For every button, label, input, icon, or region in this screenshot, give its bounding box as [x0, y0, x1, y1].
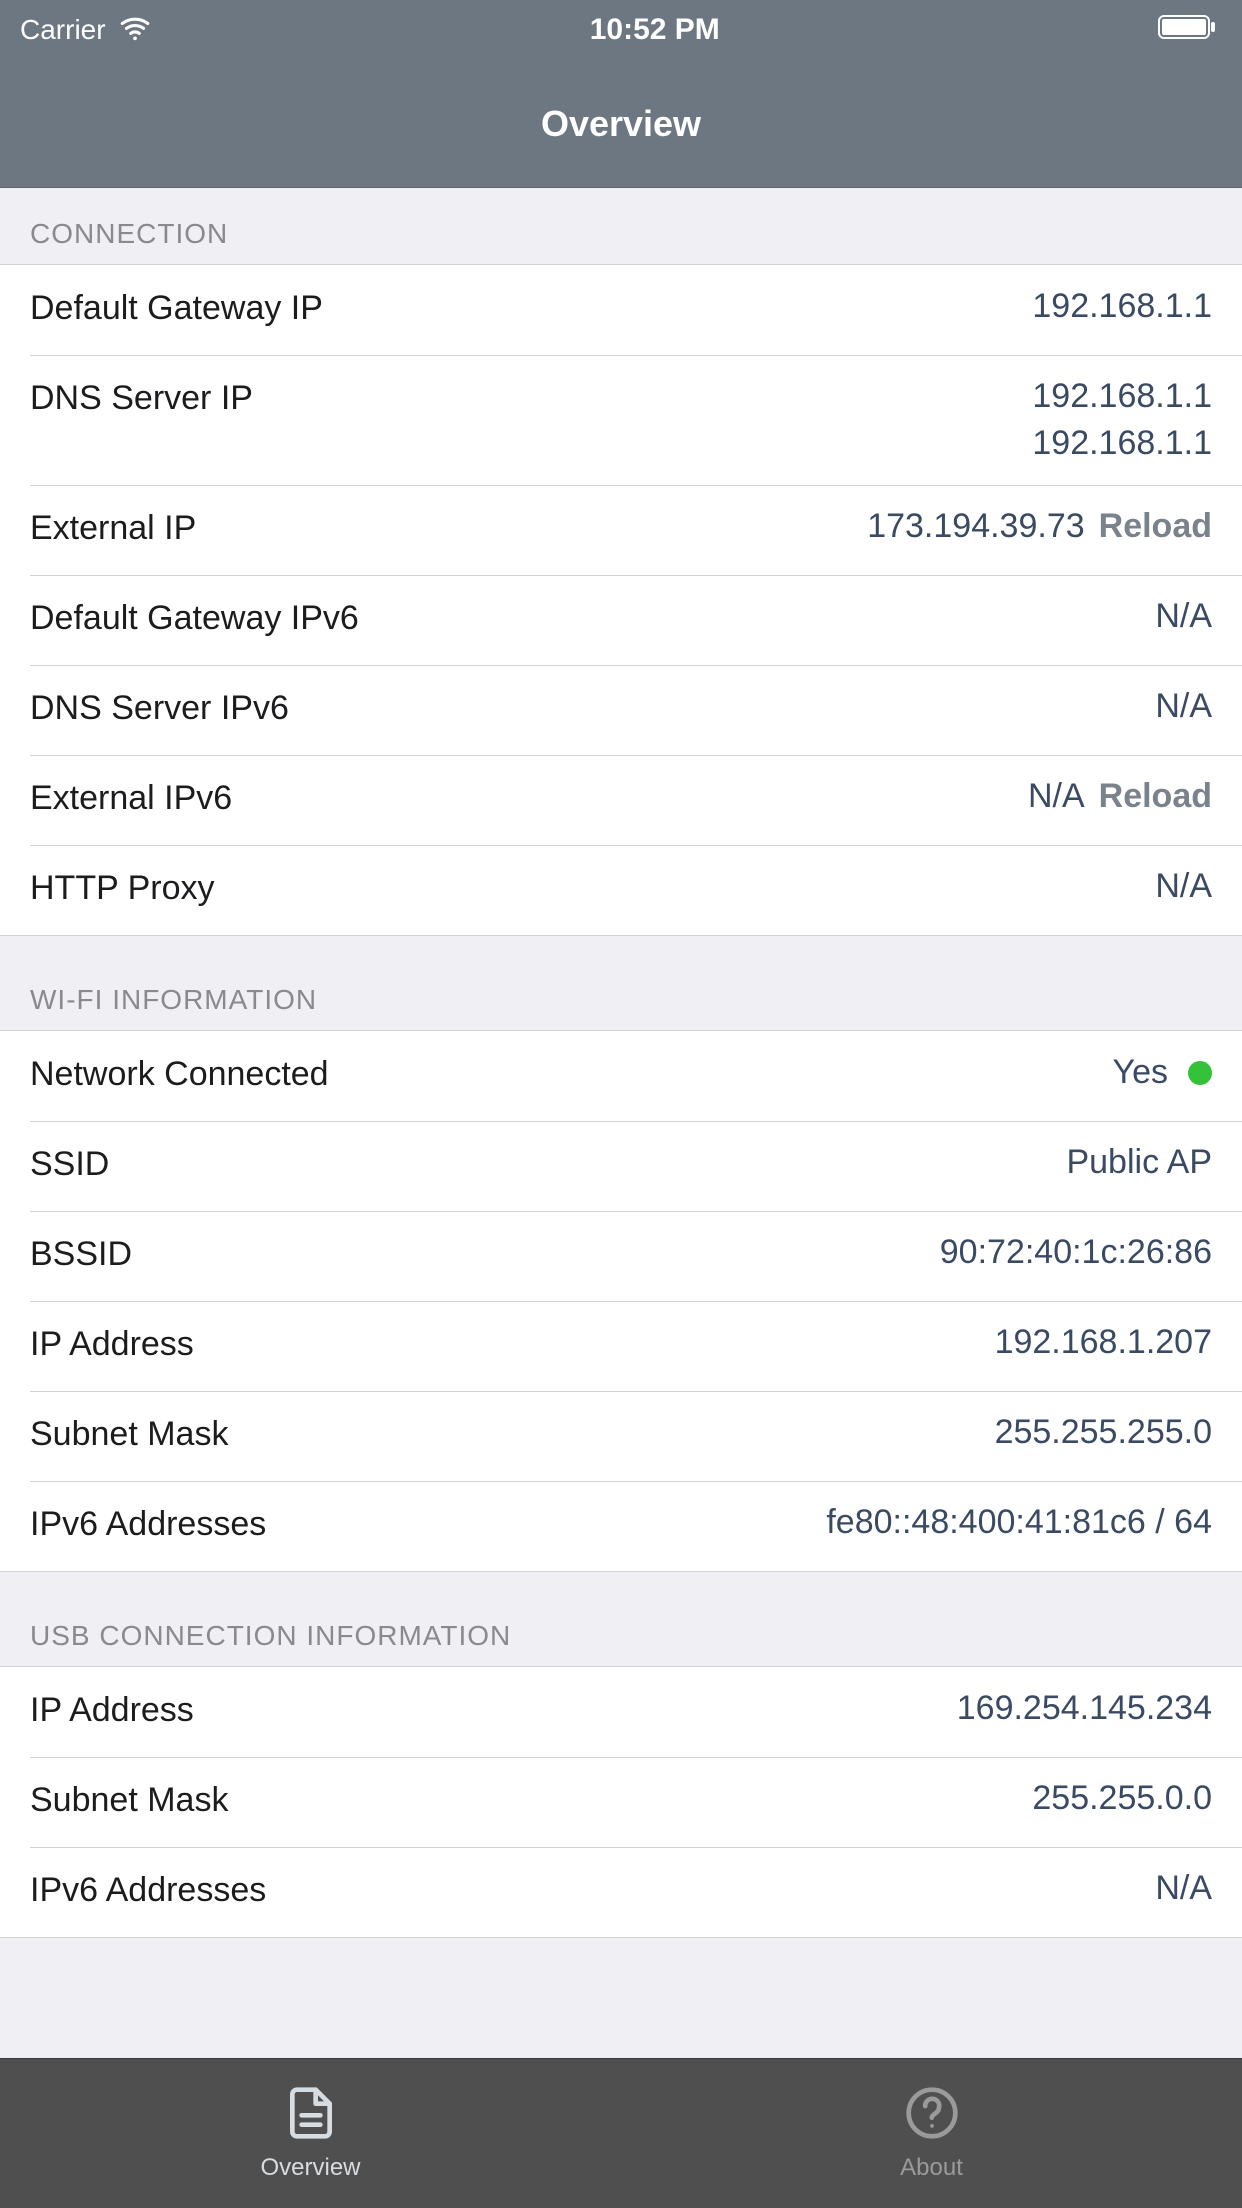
row-usb-subnet: Subnet Mask 255.255.0.0 [0, 1757, 1242, 1847]
value-ssid: Public AP [1066, 1143, 1212, 1182]
label-wifi-ip: IP Address [30, 1323, 995, 1364]
row-dns-server-ip: DNS Server IP 192.168.1.1 192.168.1.1 [0, 355, 1242, 485]
reload-external-ipv6-button[interactable]: Reload [1099, 777, 1212, 816]
row-external-ipv6: External IPv6 N/A Reload [0, 755, 1242, 845]
carrier-label: Carrier [20, 14, 106, 46]
row-http-proxy: HTTP Proxy N/A [0, 845, 1242, 935]
section-header-usb: USB CONNECTION INFORMATION [0, 1572, 1242, 1666]
label-dns-server-ipv6: DNS Server IPv6 [30, 687, 1155, 728]
reload-external-ip-button[interactable]: Reload [1099, 507, 1212, 546]
group-wifi: Network Connected Yes SSID Public AP BSS… [0, 1030, 1242, 1572]
label-wifi-ipv6: IPv6 Addresses [30, 1503, 826, 1544]
label-http-proxy: HTTP Proxy [30, 867, 1155, 908]
label-usb-ip: IP Address [30, 1689, 957, 1730]
tab-about-label: About [900, 2154, 963, 2182]
label-network-connected: Network Connected [30, 1053, 1113, 1094]
label-default-gateway-ip: Default Gateway IP [30, 287, 1032, 328]
row-wifi-ip: IP Address 192.168.1.207 [0, 1301, 1242, 1391]
row-dns-server-ipv6: DNS Server IPv6 N/A [0, 665, 1242, 755]
label-external-ip: External IP [30, 507, 867, 548]
value-default-gateway-ipv6: N/A [1155, 597, 1212, 636]
question-circle-icon [904, 2085, 960, 2148]
status-time: 10:52 PM [590, 13, 720, 47]
value-http-proxy: N/A [1155, 867, 1212, 906]
value-network-connected: Yes [1113, 1053, 1168, 1092]
label-default-gateway-ipv6: Default Gateway IPv6 [30, 597, 1155, 638]
value-dns-server-ipv6: N/A [1155, 687, 1212, 726]
status-bar: Carrier 10:52 PM [0, 0, 1242, 60]
value-bssid: 90:72:40:1c:26:86 [940, 1233, 1212, 1272]
row-external-ip: External IP 173.194.39.73 Reload [0, 485, 1242, 575]
group-usb: IP Address 169.254.145.234 Subnet Mask 2… [0, 1666, 1242, 1938]
value-external-ip: 173.194.39.73 [867, 507, 1084, 546]
value-usb-ip: 169.254.145.234 [957, 1689, 1212, 1728]
tab-about[interactable]: About [621, 2059, 1242, 2208]
value-external-ipv6: N/A [1028, 777, 1085, 816]
value-wifi-ip: 192.168.1.207 [995, 1323, 1212, 1362]
page-title: Overview [541, 103, 701, 145]
row-network-connected: Network Connected Yes [0, 1031, 1242, 1121]
status-dot-icon [1188, 1061, 1212, 1085]
row-wifi-subnet: Subnet Mask 255.255.255.0 [0, 1391, 1242, 1481]
row-usb-ipv6: IPv6 Addresses N/A [0, 1847, 1242, 1937]
nav-bar: Overview [0, 60, 1242, 188]
document-icon [283, 2085, 339, 2148]
row-usb-ip: IP Address 169.254.145.234 [0, 1667, 1242, 1757]
row-wifi-ipv6: IPv6 Addresses fe80::48:400:41:81c6 / 64 [0, 1481, 1242, 1571]
value-usb-ipv6: N/A [1155, 1869, 1212, 1908]
section-header-connection: CONNECTION [0, 188, 1242, 264]
content-scroll[interactable]: CONNECTION Default Gateway IP 192.168.1.… [0, 188, 1242, 2058]
row-ssid: SSID Public AP [0, 1121, 1242, 1211]
tab-bar: Overview About [0, 2058, 1242, 2208]
label-dns-server-ip: DNS Server IP [30, 377, 1032, 418]
tab-overview-label: Overview [260, 2154, 360, 2182]
label-usb-ipv6: IPv6 Addresses [30, 1869, 1155, 1910]
value-dns-server-ip-1: 192.168.1.1 [1032, 377, 1212, 416]
row-default-gateway-ip: Default Gateway IP 192.168.1.1 [0, 265, 1242, 355]
value-default-gateway-ip: 192.168.1.1 [1032, 287, 1212, 326]
value-usb-subnet: 255.255.0.0 [1032, 1779, 1212, 1818]
label-wifi-subnet: Subnet Mask [30, 1413, 995, 1454]
value-wifi-subnet: 255.255.255.0 [995, 1413, 1212, 1452]
value-dns-server-ip-2: 192.168.1.1 [1032, 424, 1212, 463]
label-ssid: SSID [30, 1143, 1066, 1184]
label-bssid: BSSID [30, 1233, 940, 1274]
tab-overview[interactable]: Overview [0, 2059, 621, 2208]
status-right [1158, 13, 1218, 48]
wifi-icon [118, 10, 152, 51]
section-header-wifi: WI-FI INFORMATION [0, 936, 1242, 1030]
value-wifi-ipv6: fe80::48:400:41:81c6 / 64 [826, 1503, 1212, 1542]
status-left: Carrier [20, 10, 152, 51]
group-connection: Default Gateway IP 192.168.1.1 DNS Serve… [0, 264, 1242, 936]
row-bssid: BSSID 90:72:40:1c:26:86 [0, 1211, 1242, 1301]
label-usb-subnet: Subnet Mask [30, 1779, 1032, 1820]
row-default-gateway-ipv6: Default Gateway IPv6 N/A [0, 575, 1242, 665]
label-external-ipv6: External IPv6 [30, 777, 1028, 818]
battery-icon [1158, 13, 1218, 48]
